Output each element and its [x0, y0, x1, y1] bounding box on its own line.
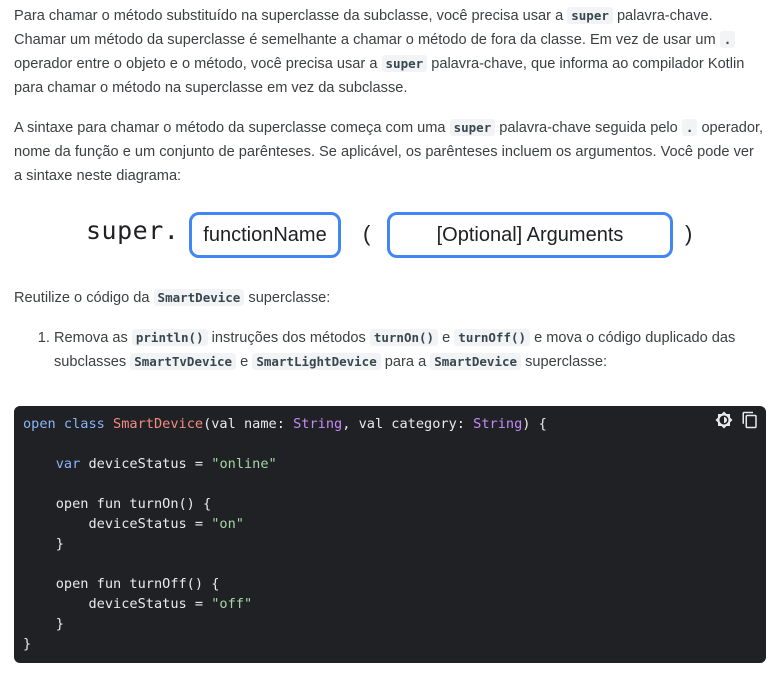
code-line: open fun turnOff() { [23, 576, 220, 592]
paragraph-super-intro: Para chamar o método substituído na supe… [14, 4, 766, 100]
copy-icon[interactable] [740, 410, 760, 430]
brightness-icon[interactable] [714, 410, 734, 430]
text: para a [380, 354, 431, 370]
inline-code-smartdevice: SmartDevice [153, 289, 245, 306]
inline-code-turnon: turnOn() [369, 329, 439, 346]
diagram-open-paren: ( [363, 221, 371, 246]
token-plain: , val category: [342, 416, 474, 432]
text: Para chamar o método substituído na supe… [14, 8, 568, 24]
diagram-super-keyword: super. [86, 216, 180, 245]
token-keyword: open [23, 416, 64, 432]
code-line: deviceStatus = "on" [23, 516, 244, 532]
text: operador entre o objeto e o método, você… [14, 56, 382, 72]
inline-code-super: super [449, 119, 496, 136]
inline-code-super: super [381, 55, 428, 72]
token-keyword: class [63, 416, 114, 432]
token-string: "online" [211, 456, 277, 472]
code-line: open class SmartDevice(val name: String,… [23, 416, 547, 432]
step-item: Remova as println() instruções dos métod… [54, 326, 766, 374]
text: A sintaxe para chamar o método da superc… [14, 120, 450, 136]
text: palavra-chave seguida pelo [495, 120, 682, 136]
token-type: String [293, 416, 343, 432]
token-plain: deviceStatus = [23, 516, 212, 532]
super-call-syntax-diagram: super. functionName ( [Optional] Argumen… [14, 204, 766, 274]
text: Reutilize o código da [14, 290, 154, 306]
code-line: } [23, 616, 64, 632]
code-toolbar [714, 410, 760, 430]
diagram-arguments-box: [Optional] Arguments [387, 212, 673, 258]
text: e [438, 330, 455, 346]
text: instruções dos métodos [207, 330, 370, 346]
token-plain: ) { [522, 416, 547, 432]
inline-code-smartlightdevice: SmartLightDevice [252, 353, 381, 370]
text: e [236, 354, 253, 370]
inline-code-super: super [567, 7, 613, 24]
paragraph-syntax: A sintaxe para chamar o método da superc… [14, 116, 766, 188]
text: Remova as [54, 330, 132, 346]
code-block: open class SmartDevice(val name: String,… [14, 406, 766, 663]
text: superclasse: [244, 290, 331, 306]
token-plain: (val name: [203, 416, 294, 432]
code-line: } [23, 636, 32, 652]
token-class-name: SmartDevice [113, 416, 204, 432]
code-line: open fun turnOn() { [23, 496, 212, 512]
diagram-function-name-box: functionName [189, 212, 341, 258]
inline-code-dot: . [681, 119, 698, 136]
token-plain: deviceStatus = [88, 456, 212, 472]
token-keyword: var [55, 456, 89, 472]
code-text: open class SmartDevice(val name: String,… [23, 414, 757, 654]
inline-code-smartdevice: SmartDevice [430, 353, 522, 370]
code-line: } [23, 536, 64, 552]
inline-code-dot: . [719, 31, 736, 48]
diagram-close-paren: ) [685, 221, 693, 246]
steps-list: Remova as println() instruções dos métod… [14, 326, 766, 374]
code-line: deviceStatus = "off" [23, 596, 252, 612]
inline-code-smarttvdevice: SmartTvDevice [130, 353, 237, 370]
token-plain: deviceStatus = [23, 596, 212, 612]
text: superclasse: [521, 354, 608, 370]
token-string: "on" [211, 516, 244, 532]
article-content: Para chamar o método substituído na supe… [14, 4, 766, 398]
code-line: var deviceStatus = "online" [23, 456, 277, 472]
inline-code-turnoff: turnOff() [454, 329, 531, 346]
token-type: String [473, 416, 523, 432]
inline-code-println: println() [131, 329, 208, 346]
token-string: "off" [211, 596, 253, 612]
paragraph-reuse: Reutilize o código da SmartDevice superc… [14, 286, 766, 310]
